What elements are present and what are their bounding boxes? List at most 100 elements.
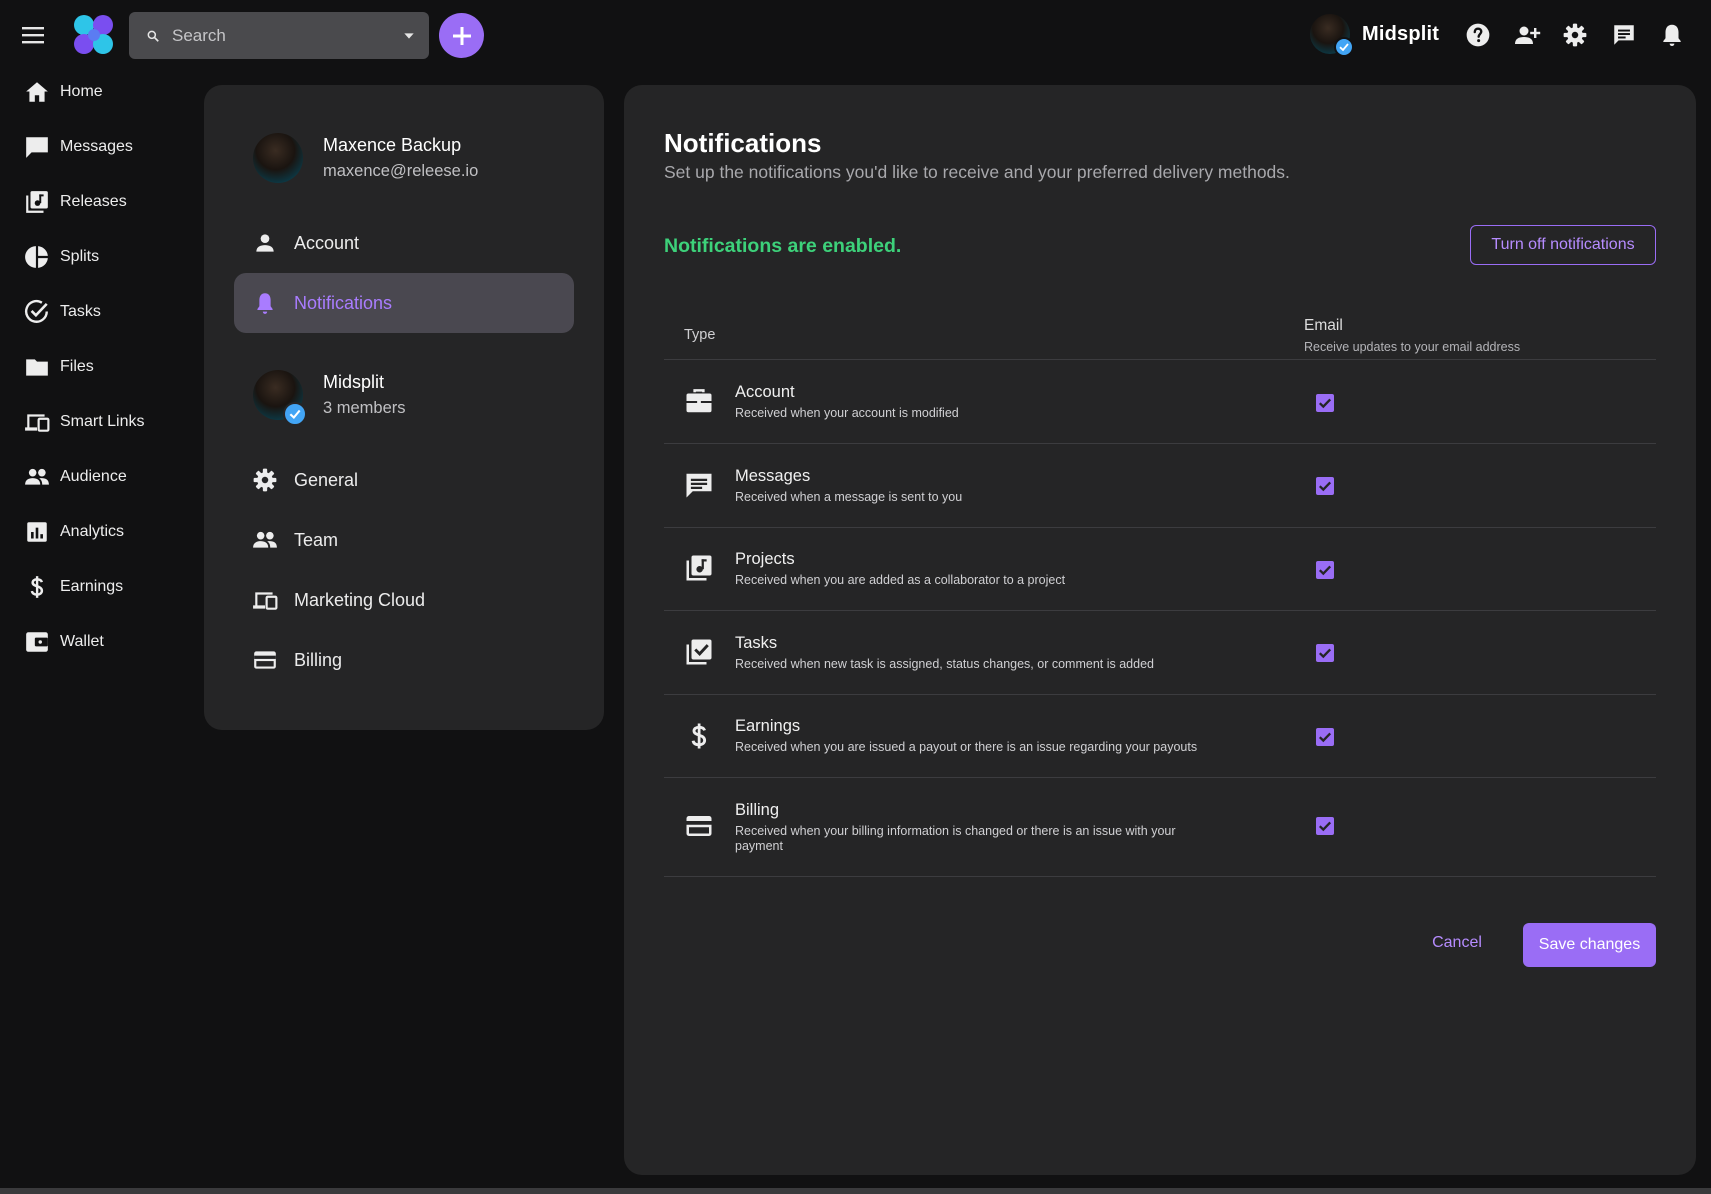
nav-label: Home: [60, 83, 103, 100]
nav-item-earnings[interactable]: Earnings: [24, 567, 184, 607]
add-person-icon[interactable]: [1513, 22, 1541, 48]
org-name: Midsplit: [323, 372, 385, 392]
notifications-status: Notifications are enabled.: [664, 235, 902, 257]
table-header: Type Email Receive updates to your email…: [664, 305, 1656, 360]
org-members: 3 members: [323, 399, 406, 417]
settings-item-label: Billing: [294, 649, 343, 670]
search-bar[interactable]: [129, 12, 429, 59]
settings-item-label: Team: [294, 529, 339, 550]
home-icon: [26, 82, 48, 102]
menu-icon[interactable]: [20, 22, 48, 48]
message-icon: [686, 473, 712, 498]
settings-item-label: Marketing Cloud: [294, 589, 426, 610]
email-checkbox-messages[interactable]: [1316, 477, 1334, 495]
settings-item-team[interactable]: Team: [234, 510, 574, 570]
settings-item-account[interactable]: Account: [234, 213, 574, 273]
nav-item-releases[interactable]: Releases: [24, 182, 184, 222]
nav-item-analytics[interactable]: Analytics: [24, 512, 184, 552]
check-circle-icon: [25, 299, 48, 323]
email-checkbox-account[interactable]: [1316, 394, 1334, 412]
nav-item-tasks[interactable]: Tasks: [24, 292, 184, 332]
bell-icon[interactable]: [1659, 22, 1685, 48]
nav-label: Smart Links: [60, 413, 145, 430]
page-title: Notifications: [664, 128, 822, 158]
org-switcher[interactable]: Midsplit: [1310, 14, 1440, 57]
nav-item-audience[interactable]: Audience: [24, 457, 184, 497]
nav-item-files[interactable]: Files: [24, 347, 184, 387]
nav-label: Files: [60, 358, 94, 375]
table-row: Account Received when your account is mo…: [664, 360, 1656, 444]
org-name: Midsplit: [1362, 22, 1440, 45]
turn-off-notifications-button[interactable]: Turn off notifications: [1470, 225, 1656, 265]
email-checkbox-projects[interactable]: [1316, 561, 1334, 579]
search-input[interactable]: [172, 25, 393, 46]
nav-item-wallet[interactable]: Wallet: [24, 622, 184, 662]
org-profile: Midsplit 3 members: [253, 370, 406, 426]
row-title: Earnings: [735, 717, 801, 735]
library-music-icon: [686, 555, 712, 581]
verified-icon: [283, 402, 307, 426]
table-row: Tasks Received when new task is assigned…: [664, 611, 1656, 695]
gear-icon[interactable]: [1562, 22, 1588, 48]
analytics-icon: [27, 522, 47, 542]
search-icon: [147, 30, 159, 42]
page-subtitle: Set up the notifications you'd like to r…: [664, 162, 1290, 182]
cancel-button[interactable]: Cancel: [1419, 923, 1495, 963]
table-row: Earnings Received when you are issued a …: [664, 695, 1656, 778]
row-title: Account: [735, 383, 795, 401]
org-avatar: [253, 370, 307, 426]
settings-item-label: General: [294, 469, 359, 490]
row-description: Received when you are added as a collabo…: [735, 573, 1066, 587]
people-icon: [25, 468, 49, 485]
email-checkbox-billing[interactable]: [1316, 817, 1334, 835]
row-title: Tasks: [735, 634, 778, 652]
email-checkbox-earnings[interactable]: [1316, 728, 1334, 746]
library-check-icon: [686, 639, 712, 665]
chevron-down-icon[interactable]: [401, 28, 417, 44]
user-profile: Maxence Backup maxence@releese.io: [253, 133, 478, 183]
help-icon[interactable]: [1465, 22, 1491, 48]
table-row: Billing Received when your billing infor…: [664, 778, 1656, 877]
email-checkbox-tasks[interactable]: [1316, 644, 1334, 662]
nav-label: Analytics: [60, 523, 125, 540]
row-description: Received when a message is sent to you: [735, 490, 963, 504]
devices-icon: [253, 592, 278, 610]
row-description: Received when you are issued a payout or…: [735, 740, 1198, 754]
settings-item-marketing-cloud[interactable]: Marketing Cloud: [234, 570, 574, 630]
org-avatar: [1310, 14, 1354, 57]
person-icon: [256, 234, 274, 252]
notifications-panel: Notifications Set up the notifications y…: [624, 85, 1696, 1175]
wallet-icon: [26, 632, 48, 652]
dollar-icon: [30, 576, 44, 598]
column-header-email-description: Receive updates to your email address: [1304, 340, 1521, 354]
settings-item-label: Account: [294, 232, 360, 253]
row-description: Received when new task is assigned, stat…: [735, 657, 1154, 671]
user-avatar: [253, 133, 303, 183]
credit-card-icon: [254, 651, 276, 669]
settings-item-label: Notifications: [294, 292, 393, 313]
nav-label: Earnings: [60, 578, 124, 595]
folder-icon: [26, 359, 48, 376]
settings-item-general[interactable]: General: [234, 450, 574, 510]
chat-icon[interactable]: [1611, 22, 1637, 48]
add-button[interactable]: [439, 13, 484, 58]
briefcase-icon: [686, 389, 712, 413]
settings-item-notifications[interactable]: Notifications: [234, 273, 574, 333]
column-header-email: Email: [1304, 317, 1343, 334]
nav-item-home[interactable]: Home: [24, 72, 184, 112]
nav-label: Releases: [60, 193, 127, 210]
nav-item-smart-links[interactable]: Smart Links: [24, 402, 184, 442]
pie-chart-icon: [25, 246, 48, 268]
credit-card-icon: [686, 816, 712, 836]
settings-item-billing[interactable]: Billing: [234, 630, 574, 690]
nav-item-messages[interactable]: Messages: [24, 127, 184, 167]
user-email: maxence@releese.io: [323, 162, 479, 180]
save-changes-button[interactable]: Save changes: [1523, 923, 1656, 967]
row-description: Received when your account is modified: [735, 406, 959, 420]
column-header-type: Type: [684, 327, 716, 343]
top-bar: Midsplit: [0, 0, 1711, 70]
nav-label: Audience: [60, 468, 127, 485]
nav-item-splits[interactable]: Splits: [24, 237, 184, 277]
app-logo[interactable]: [72, 13, 116, 57]
window-bottom-border: [0, 1188, 1711, 1194]
